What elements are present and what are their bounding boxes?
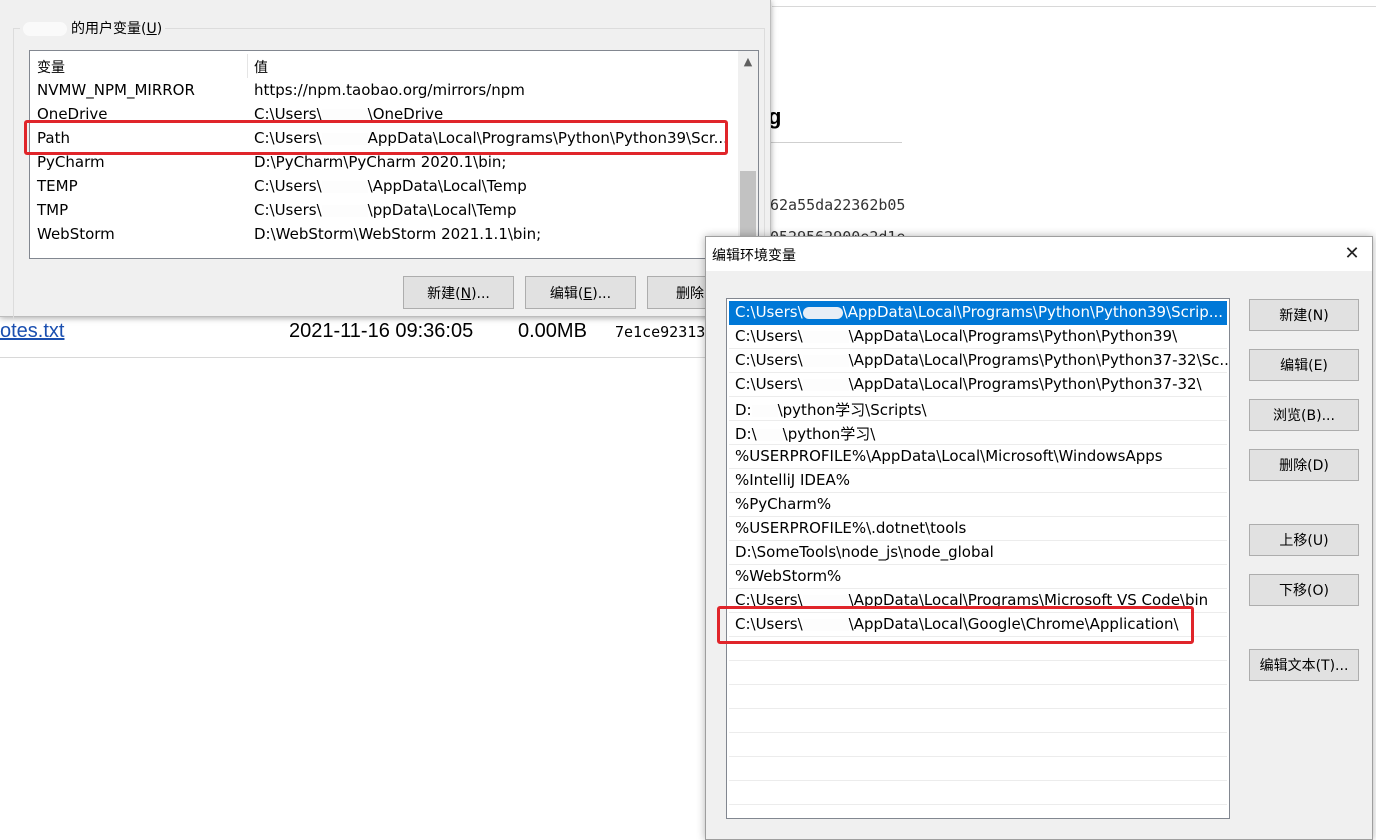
delete-button[interactable]: 删除(D)	[1249, 449, 1359, 481]
user-vars-new-button[interactable]: 新建(N)...	[403, 276, 514, 309]
redacted-text	[751, 404, 778, 417]
empty-list-row[interactable]	[729, 757, 1227, 781]
browse-button[interactable]: 浏览(B)...	[1249, 399, 1359, 431]
column-header-value[interactable]: 值	[254, 57, 268, 77]
table-row[interactable]: NVMW_NPM_MIRROR https://npm.taobao.org/m…	[30, 79, 736, 103]
highlight-path-row	[24, 120, 728, 155]
table-row[interactable]: WebStorm D:\WebStorm\WebStorm 2021.1.1\b…	[30, 223, 736, 247]
variable-value: D:\WebStorm\WebStorm 2021.1.1\bin;	[254, 225, 542, 243]
empty-list-row[interactable]	[729, 709, 1227, 733]
empty-list-row[interactable]	[729, 661, 1227, 685]
column-header-variable[interactable]: 变量	[37, 57, 65, 77]
variable-value: C:\Users\ \AppData\Local\Temp	[254, 177, 527, 195]
table-row[interactable]: TEMP C:\Users\ \AppData\Local\Temp	[30, 175, 736, 199]
dialog-titlebar[interactable]: 编辑环境变量 ✕	[706, 237, 1372, 271]
empty-list-row[interactable]	[729, 685, 1227, 709]
list-item[interactable]: D:\ \python学习\	[729, 421, 1227, 445]
vertical-scrollbar[interactable]: ▲	[738, 51, 758, 258]
file-link[interactable]: otes.txt	[0, 320, 64, 343]
redacted-username	[23, 22, 67, 36]
top-divider	[772, 6, 1376, 7]
column-separator[interactable]	[247, 54, 248, 78]
move-down-button[interactable]: 下移(O)	[1249, 574, 1359, 606]
list-item[interactable]: C:\Users\ \AppData\Local\Programs\Python\…	[729, 349, 1229, 373]
edit-text-button[interactable]: 编辑文本(T)...	[1249, 649, 1359, 681]
variable-value: https://npm.taobao.org/mirrors/npm	[254, 81, 525, 99]
move-up-button[interactable]: 上移(U)	[1249, 524, 1359, 556]
redacted-text	[321, 108, 368, 121]
edit-button[interactable]: 编辑(E)	[1249, 349, 1359, 381]
file-date: 2021-11-16 09:36:05	[289, 320, 474, 342]
highlight-chrome-path-row	[717, 606, 1194, 644]
list-item[interactable]: C:\Users\ \AppData\Local\Programs\Python\…	[729, 373, 1227, 397]
path-entries-list[interactable]: C:\Users\ \AppData\Local\Programs\Python\…	[726, 298, 1230, 819]
redacted-text	[802, 330, 849, 343]
edit-environment-variable-dialog: 编辑环境变量 ✕ C:\Users\ \AppData\Local\Program…	[705, 236, 1373, 840]
variable-value: D:\PyCharm\PyCharm 2020.1\bin;	[254, 153, 507, 171]
redacted-text	[802, 306, 843, 319]
empty-list-row[interactable]	[729, 781, 1227, 805]
redacted-text	[802, 354, 849, 367]
file-hash: 7e1ce923139	[615, 323, 715, 341]
redacted-text	[321, 180, 368, 193]
list-header: 变量 值	[30, 51, 736, 81]
empty-list-row[interactable]	[729, 733, 1227, 757]
close-icon[interactable]: ✕	[1332, 237, 1372, 271]
list-item[interactable]: C:\Users\ \AppData\Local\Programs\Python\…	[729, 325, 1227, 349]
dialog-title: 编辑环境变量	[712, 248, 796, 264]
list-item[interactable]: %WebStorm%	[729, 565, 1227, 589]
variable-name: TEMP	[37, 177, 78, 195]
user-vars-edit-button[interactable]: 编辑(E)...	[525, 276, 636, 309]
user-variables-label: 的用户变量(U)	[20, 18, 166, 38]
new-button[interactable]: 新建(N)	[1249, 299, 1359, 331]
file-size: 0.00MB	[518, 320, 587, 342]
row-divider	[0, 357, 705, 358]
redacted-text	[756, 428, 783, 441]
redacted-text	[802, 594, 849, 607]
list-item[interactable]: D:\SomeTools\node_js\node_global	[729, 541, 1227, 565]
table-row[interactable]: TMP C:\Users\ \ppData\Local\Temp	[30, 199, 736, 223]
environment-variables-dialog: 的用户变量(U) 变量 值 NVMW_NPM_MIRROR https://np…	[0, 0, 771, 319]
variable-name: PyCharm	[37, 153, 105, 171]
redacted-text	[802, 378, 849, 391]
heading-underline	[768, 142, 902, 143]
list-item[interactable]: %USERPROFILE%\.dotnet\tools	[729, 517, 1227, 541]
redacted-text	[321, 204, 368, 217]
list-item[interactable]: %IntelliJ IDEA%	[729, 469, 1227, 493]
file-row: otes.txt 2021-11-16 09:36:05 0.00MB 7e1c…	[0, 316, 714, 358]
variable-name: NVMW_NPM_MIRROR	[37, 81, 195, 99]
variable-name: TMP	[37, 201, 69, 219]
list-item[interactable]: C:\Users\ \AppData\Local\Programs\Python\…	[729, 301, 1227, 325]
list-item[interactable]: %PyCharm%	[729, 493, 1227, 517]
list-item[interactable]: D: \python学习\Scripts\	[729, 397, 1227, 421]
variable-name: WebStorm	[37, 225, 115, 243]
variable-value: C:\Users\ \ppData\Local\Temp	[254, 201, 517, 219]
hash-text-1: 62a55da22362b05	[770, 196, 906, 214]
scroll-up-arrow-icon[interactable]: ▲	[738, 51, 758, 73]
list-item[interactable]: %USERPROFILE%\AppData\Local\Microsoft\Wi…	[729, 445, 1227, 469]
